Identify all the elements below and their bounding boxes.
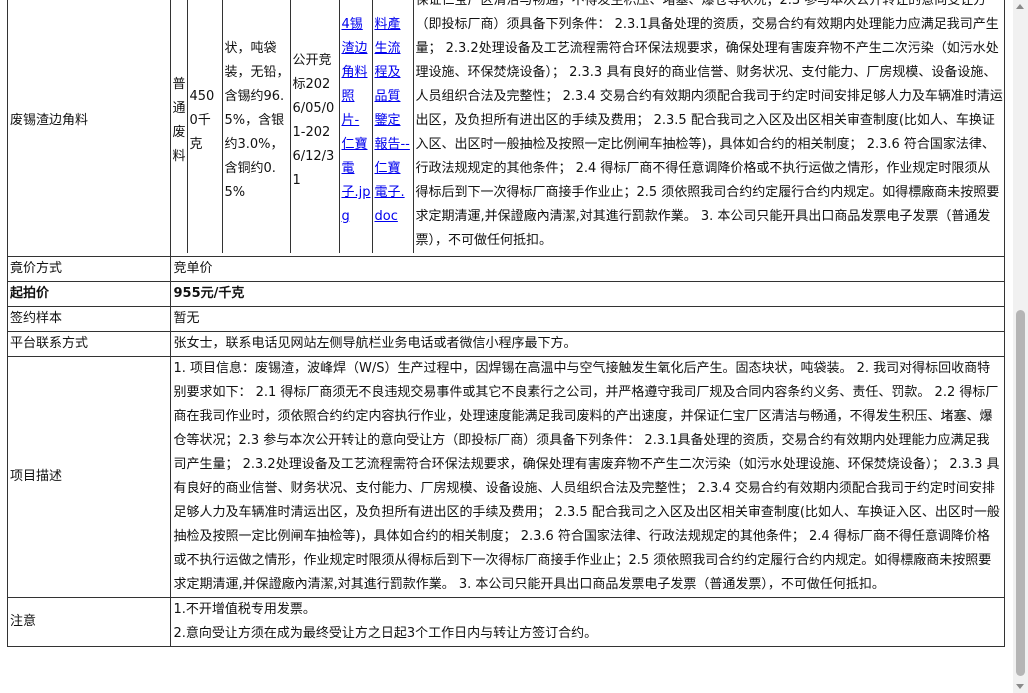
contact-row: 平台联系方式 张女士，联系电话见网站左侧导航栏业务电话或者微信小程序最下方。 [6,331,1005,357]
item-description: 状，吨袋装，无铅，含锡约96.5%，含银约3.0%，含铜约0.5% [222,0,291,253]
bidding-method-row: 竟价方式 竞单价 [6,256,1005,282]
item-report-link[interactable]: 料產生流程及品質鑒定報告--仁寶電子.doc [374,17,409,224]
project-desc-row: 项目描述 1. 项目信息：废锡渣，波峰焊（W/S）生产过程中，因焊锡在高温中与空… [6,356,1005,598]
scrollbar-thumb[interactable] [1016,310,1025,676]
note-line-2: 2.意向受让方须在成为最终受让方之日起3个工作日内与转让方签订合约。 [173,626,598,641]
scroll-up-arrow-icon[interactable] [1016,4,1024,9]
contact-label: 平台联系方式 [6,331,172,357]
item-row: 废锡渣边角料 普通废料 4500千克 状，吨袋装，无铅，含锡约96.5%，含银约… [6,0,1005,257]
contact-value: 张女士，联系电话见网站左侧导航栏业务电话或者微信小程序最下方。 [170,331,1005,357]
item-requirements: 保证仁宝厂区清洁与畅通，不得发生积压、堵塞、爆仓等状况；2.3 参与本次公开转让… [413,0,1004,253]
auction-detail-table: 废锡渣边角料 普通废料 4500千克 状，吨袋装，无铅，含锡约96.5%，含银约… [6,0,1005,647]
notes-value: 1.不开增值税专用发票。 2.意向受让方须在成为最终受让方之日起3个工作日内与转… [170,597,1005,647]
item-quantity-unit: 4500千克 [187,0,223,253]
starting-price-label: 起拍价 [6,281,172,307]
note-line-1: 1.不开增值税专用发票。 [173,602,316,617]
scroll-down-arrow-icon[interactable] [1016,684,1024,689]
bidding-method-value: 竞单价 [170,256,1005,282]
item-photo-cell: 4锡渣边角料照片-仁寶電子.jpg [339,0,373,253]
bidding-method-label: 竟价方式 [6,256,172,282]
vertical-scrollbar[interactable] [1013,0,1028,693]
notes-row: 注意 1.不开增值税专用发票。 2.意向受让方须在成为最终受让方之日起3个工作日… [6,597,1005,647]
starting-price-value: 955元/千克 [170,281,1005,307]
contract-sample-value: 暂无 [170,306,1005,332]
item-name: 废锡渣边角料 [10,113,89,128]
starting-price-row: 起拍价 955元/千克 [6,281,1005,307]
item-category: 普通废料 [172,77,186,164]
page-viewport: 废锡渣边角料 普通废料 4500千克 状，吨袋装，无铅，含锡约96.5%，含银约… [0,0,1013,693]
contract-sample-row: 签约样本 暂无 [6,306,1005,332]
project-desc-label: 项目描述 [6,356,172,598]
contract-sample-label: 签约样本 [6,306,172,332]
notes-label: 注意 [6,597,172,647]
item-detail-cell: 普通废料 4500千克 状，吨袋装，无铅，含锡约96.5%，含银约3.0%，含铜… [170,0,1005,257]
item-detail-table: 普通废料 4500千克 状，吨袋装，无铅，含锡约96.5%，含银约3.0%，含铜… [171,0,1004,253]
item-name-cell: 废锡渣边角料 [6,0,172,257]
item-photo-link[interactable]: 4锡渣边角料照片-仁寶電子.jpg [341,17,370,224]
item-report-cell: 料產生流程及品質鑒定報告--仁寶電子.doc [372,0,414,253]
item-method-dates: 公开竞标2026/05/01-2026/12/31 [290,0,340,253]
project-desc-value: 1. 项目信息：废锡渣，波峰焊（W/S）生产过程中，因焊锡在高温中与空气接触发生… [170,356,1005,598]
